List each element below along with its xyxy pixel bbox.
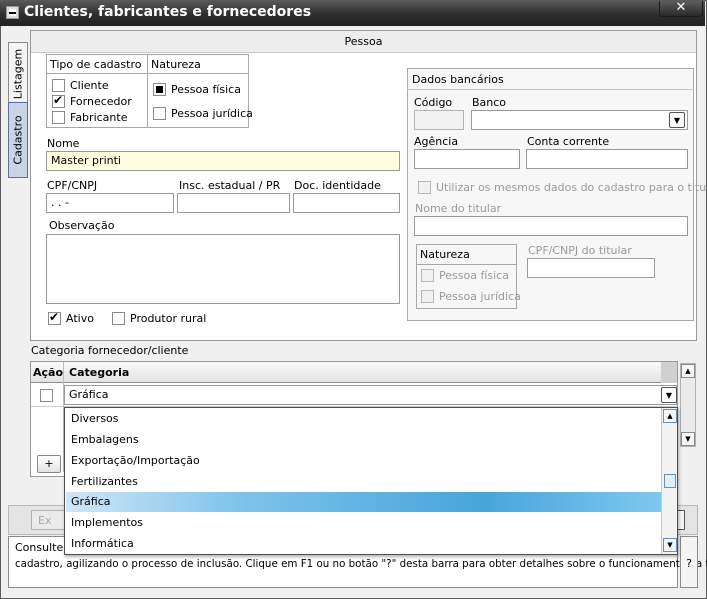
categoria-dropdown-icon[interactable]: ▼ [661,387,677,403]
option-grafica[interactable]: Gráfica [66,492,661,512]
conta-input[interactable] [526,149,688,169]
titular-pj-option [421,290,434,303]
option-embalagens[interactable]: Embalagens [71,430,659,450]
header-filler [661,362,677,383]
cpf-titular-label: CPF/CNPJ do titular [528,244,632,257]
cliente-label: Cliente [70,79,109,92]
nome-input[interactable]: Master printi [46,151,400,171]
doc-input[interactable] [293,193,400,213]
option-fertilizantes[interactable]: Fertilizantes [71,472,659,492]
titular-pf-label: Pessoa física [439,269,509,282]
produtor-rural-checkbox[interactable] [112,312,125,325]
conta-label: Conta corrente [527,135,610,148]
fornecedor-label: Fornecedor [70,95,132,108]
tab-listagem[interactable]: Listagem [8,42,28,106]
banco-label: Banco [472,96,507,109]
pessoa-fisica-option[interactable] [153,83,166,96]
titular-pf-option [421,269,434,282]
ativo-checkbox[interactable] [48,310,61,325]
system-menu-icon[interactable] [6,6,19,19]
option-exportacao[interactable]: Exportação/Importação [71,451,659,471]
tipo-cadastro-title: Tipo de cadastro [50,58,142,71]
pessoa-header: Pessoa [31,31,696,53]
pessoa-juridica-label: Pessoa jurídica [171,107,253,120]
categoria-section-label: Categoria fornecedor/cliente [31,344,189,357]
codigo-input [414,110,464,130]
dropdown-scrollbar[interactable]: ▲ ▼ [661,408,677,554]
grid-scrollbar[interactable]: ▲ ▼ [680,363,696,447]
dados-bancarios-title: Dados bancários [412,73,504,86]
codigo-label: Código [414,96,453,109]
help-button[interactable]: ? [680,536,698,588]
col-categoria: Categoria [69,366,130,379]
col-acao: Ação [33,366,64,379]
fornecedor-checkbox[interactable] [52,93,65,108]
cpf-input[interactable]: . . - [46,193,174,213]
nome-titular-label: Nome do titular [415,202,502,215]
ativo-label: Ativo [66,312,94,325]
divider [147,54,148,128]
agencia-label: Agência [414,135,459,148]
cpf-label: CPF/CNPJ [47,179,98,192]
tab-cadastro[interactable]: Cadastro [8,102,28,178]
window-title: Clientes, fabricantes e fornecedores [24,4,312,20]
divider [416,264,517,265]
tab-cadastro-label: Cadastro [11,115,25,165]
close-button[interactable]: ✕ [659,1,703,17]
fabricante-checkbox[interactable] [52,111,65,124]
message-line-2: cadastro, agilizando o processo de inclu… [15,558,707,570]
table-row[interactable]: Gráfica ▼ [31,383,677,407]
agencia-input[interactable] [414,149,520,169]
natureza-titular-title: Natureza [420,248,470,261]
option-implementos[interactable]: Implementos [71,513,659,533]
fabricante-label: Fabricante [70,111,128,124]
divider [407,89,694,90]
pessoa-fisica-label: Pessoa física [171,83,241,96]
pessoa-juridica-option[interactable] [153,107,166,120]
produtor-rural-label: Produtor rural [130,312,207,325]
tab-listagem-label: Listagem [11,48,25,100]
cpf-titular-input[interactable] [527,258,655,278]
insc-input[interactable] [177,193,290,213]
dropdown-scroll-down-icon[interactable]: ▼ [663,538,677,552]
option-diversos[interactable]: Diversos [71,409,659,429]
cliente-checkbox[interactable] [52,79,65,92]
title-bar[interactable]: Clientes, fabricantes e fornecedores ✕ [0,0,705,26]
insc-label: Insc. estadual / PR [179,179,281,192]
natureza-title: Natureza [151,58,201,71]
obs-textarea[interactable] [46,234,400,304]
nome-titular-input[interactable] [414,216,688,236]
doc-label: Doc. identidade [294,179,381,192]
titular-pj-label: Pessoa jurídica [439,290,521,303]
nome-label: Nome [47,137,80,150]
obs-label: Observação [49,219,115,232]
categoria-combo[interactable]: Gráfica [64,385,677,405]
row-select-checkbox[interactable] [40,389,53,402]
banco-dropdown-icon[interactable]: ▼ [669,112,685,128]
grid-header: Ação Categoria [31,362,677,383]
categoria-dropdown-list[interactable]: Diversos Embalagens Exportação/Importaçã… [64,407,678,555]
vertical-tabs: Listagem Cadastro [4,30,28,510]
scroll-down-icon[interactable]: ▼ [681,432,695,446]
option-informatica[interactable]: Informática [71,534,659,554]
banco-select[interactable] [471,110,688,130]
dropdown-scroll-up-icon[interactable]: ▲ [663,409,677,423]
mesmos-dados-label: Utilizar os mesmos dados do cadastro par… [436,181,707,194]
add-categoria-button[interactable]: + [37,455,61,473]
mesmos-dados-checkbox [418,181,431,194]
scroll-up-icon[interactable]: ▲ [681,364,695,378]
dropdown-scroll-thumb[interactable] [664,474,676,488]
